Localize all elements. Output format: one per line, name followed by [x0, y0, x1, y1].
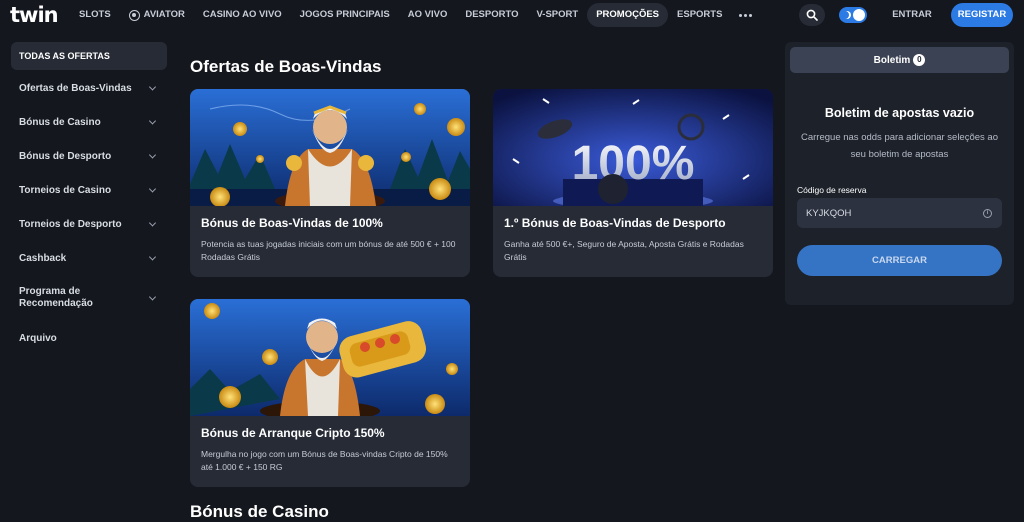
- nav-ao-vivo[interactable]: AO VIVO: [399, 3, 457, 27]
- load-button[interactable]: CARREGAR: [797, 245, 1002, 276]
- main-nav: SLOTS AVIATOR CASINO AO VIVO JOGOS PRINC…: [70, 3, 760, 27]
- promo-card-cripto[interactable]: Bónus de Arranque Cripto 150% Mergulha n…: [190, 299, 470, 487]
- sidebar-item-label: Programa de Recomendação: [19, 286, 93, 309]
- promo-card-desporto[interactable]: 100% 1.º Bónus de Boas-Vindas de Desport…: [493, 89, 773, 277]
- card-description: Potencia as tuas jogadas iniciais com um…: [201, 239, 456, 262]
- card-title: Bónus de Arranque Cripto 150%: [201, 426, 385, 440]
- sidebar-item-boas-vindas[interactable]: Ofertas de Boas-Vindas: [11, 74, 167, 102]
- promotions-sidebar: TODAS AS OFERTAS Ofertas de Boas-Vindas …: [0, 30, 176, 514]
- nav-casino-ao-vivo[interactable]: CASINO AO VIVO: [194, 3, 291, 27]
- toggle-knob: [853, 9, 865, 21]
- promo-banner-sport: 100%: [493, 89, 773, 206]
- promo-banner-zeus: [190, 89, 470, 206]
- sidebar-item-label: Bónus de Casino: [19, 116, 101, 128]
- sidebar-item-arquivo[interactable]: Arquivo: [11, 324, 167, 352]
- search-button[interactable]: [799, 4, 825, 26]
- sidebar-item-label: TODAS AS OFERTAS: [19, 51, 110, 61]
- twin-logo[interactable]: twin: [10, 3, 59, 27]
- info-icon[interactable]: i: [983, 209, 992, 218]
- nav-label: V-SPORT: [536, 9, 579, 20]
- card-title: Bónus de Boas-Vindas de 100%: [201, 216, 383, 230]
- chevron-down-icon: [148, 293, 157, 301]
- nav-esports[interactable]: ESPORTS: [668, 3, 731, 27]
- card-description: Mergulha no jogo com um Bónus de Boas-vi…: [201, 449, 448, 472]
- betslip-tab[interactable]: Boletim 0: [790, 47, 1009, 73]
- nav-slots[interactable]: SLOTS: [70, 3, 120, 27]
- empty-betslip-title: Boletim de apostas vazio: [824, 106, 975, 120]
- section-title: Bónus de Casino: [190, 502, 329, 521]
- theme-toggle[interactable]: [839, 7, 867, 23]
- nav-jogos-principais[interactable]: JOGOS PRINCIPAIS: [291, 3, 399, 27]
- register-button[interactable]: REGISTAR: [951, 3, 1013, 27]
- more-icon[interactable]: [731, 13, 760, 17]
- chevron-down-icon: [148, 219, 157, 227]
- aviator-icon: [128, 9, 140, 21]
- sidebar-item-cashback[interactable]: Cashback: [11, 244, 167, 272]
- banner-100-text: 100%: [572, 137, 695, 190]
- nav-label: SLOTS: [79, 9, 111, 20]
- nav-label: AO VIVO: [407, 9, 448, 20]
- sidebar-item-bonus-casino[interactable]: Bónus de Casino: [11, 108, 167, 136]
- nav-v-sport[interactable]: V-SPORT: [528, 3, 588, 27]
- chevron-down-icon: [148, 117, 157, 125]
- sidebar-item-label: Ofertas de Boas-Vindas: [19, 82, 132, 94]
- sidebar-item-label: Torneios de Desporto: [19, 218, 122, 230]
- card-description: Ganha até 500 €+, Seguro de Aposta, Apos…: [504, 239, 744, 262]
- top-header: twin SLOTS AVIATOR CASINO AO VIVO JOGOS …: [0, 0, 1024, 30]
- nav-label: ESPORTS: [677, 9, 723, 20]
- sidebar-item-bonus-desporto[interactable]: Bónus de Desporto: [11, 142, 167, 170]
- chevron-down-icon: [148, 185, 157, 193]
- nav-label: JOGOS PRINCIPAIS: [299, 9, 390, 20]
- sidebar-item-torneios-desporto[interactable]: Torneios de Desporto: [11, 210, 167, 238]
- betslip-panel: Boletim 0 Boletim de apostas vazio Carre…: [785, 42, 1014, 305]
- moon-icon: [843, 11, 851, 19]
- nav-desporto[interactable]: DESPORTO: [456, 3, 527, 27]
- search-icon: [806, 9, 818, 21]
- card-title: 1.º Bónus de Boas-Vindas de Desporto: [504, 216, 726, 230]
- betslip-tab-label: Boletim: [873, 54, 911, 66]
- sidebar-item-recomendacao[interactable]: Programa de Recomendação: [11, 282, 167, 314]
- sidebar-item-torneios-casino[interactable]: Torneios de Casino: [11, 176, 167, 204]
- booking-code-label: Código de reserva: [797, 185, 867, 195]
- section-title: Ofertas de Boas-Vindas: [190, 57, 382, 76]
- betslip-count-badge: 0: [913, 54, 926, 66]
- sidebar-item-label: Bónus de Desporto: [19, 150, 112, 162]
- chevron-down-icon: [148, 253, 157, 261]
- sidebar-item-todas[interactable]: TODAS AS OFERTAS: [11, 42, 167, 70]
- booking-code-input[interactable]: [797, 198, 1002, 228]
- chevron-down-icon: [148, 151, 157, 159]
- promo-card-boas-vindas[interactable]: Bónus de Boas-Vindas de 100% Potencia as…: [190, 89, 470, 277]
- nav-label: PROMOÇÕES: [596, 9, 660, 20]
- nav-label: CASINO AO VIVO: [202, 9, 282, 20]
- sidebar-item-label: Arquivo: [19, 332, 57, 344]
- sidebar-item-label: Torneios de Casino: [19, 184, 112, 196]
- chevron-down-icon: [148, 83, 157, 91]
- login-button[interactable]: ENTRAR: [884, 4, 940, 26]
- nav-aviator[interactable]: AVIATOR: [120, 3, 194, 27]
- nav-promocoes[interactable]: PROMOÇÕES: [587, 3, 669, 27]
- empty-betslip-description: Carregue nas odds para adicionar seleçõe…: [801, 132, 998, 160]
- sidebar-item-label: Cashback: [19, 252, 67, 264]
- nav-label: DESPORTO: [465, 9, 519, 20]
- nav-label: AVIATOR: [143, 9, 185, 20]
- promo-banner-crypto: [190, 299, 470, 416]
